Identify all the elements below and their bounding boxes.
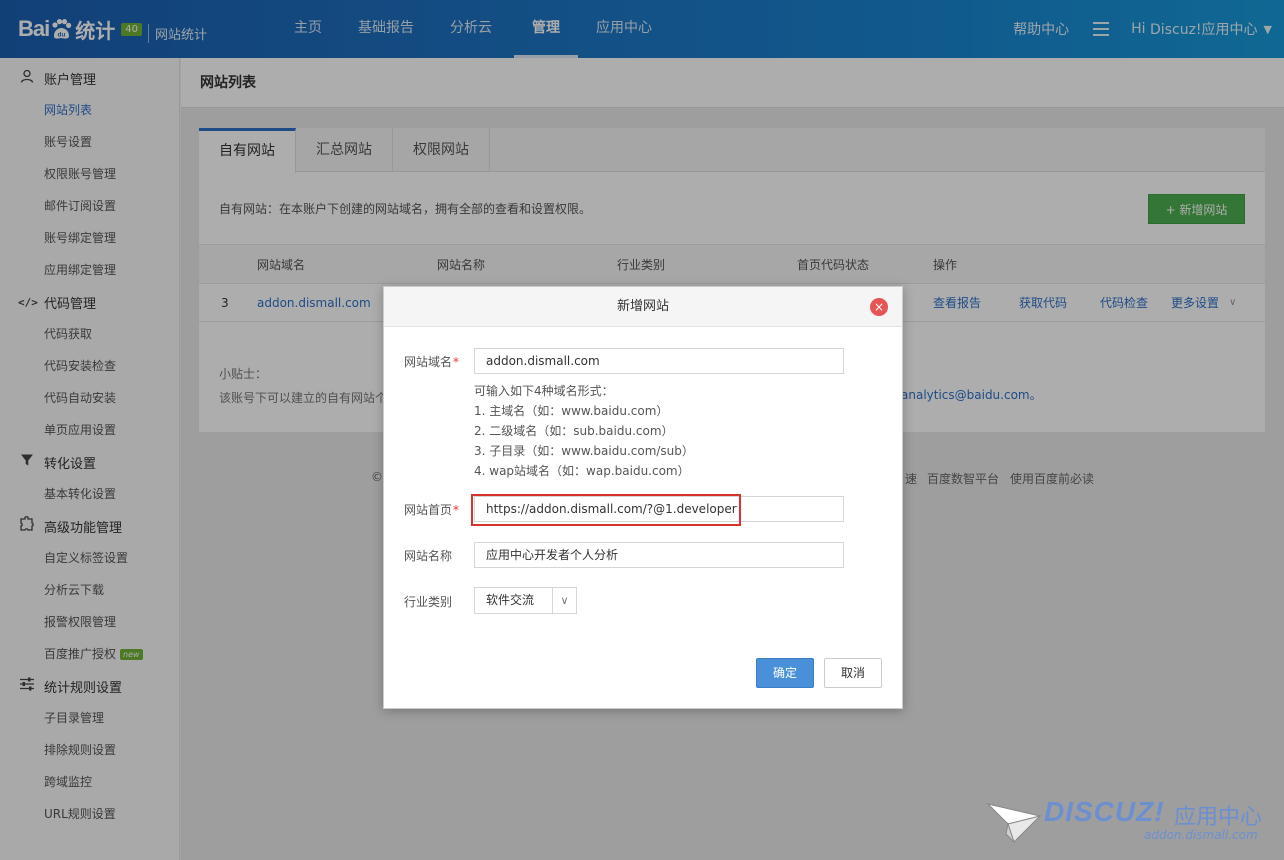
discuz-watermark: DISCUZ! 应用中心 addon.dismall.com (986, 796, 1276, 856)
add-site-dialog: 新增网站 × 网站域名* addon.dismall.com 可输入如下4种域名… (383, 286, 903, 709)
cancel-button[interactable]: 取消 (824, 658, 882, 688)
category-label: 行业类别 (404, 595, 453, 609)
hint-line: 3. 子目录（如：www.baidu.com/sub） (474, 444, 694, 458)
hint-line: 可输入如下4种域名形式： (474, 384, 614, 398)
dialog-header: 新增网站 × (384, 287, 902, 327)
hint-line: 4. wap站域名（如：wap.baidu.com） (474, 464, 690, 478)
site-name-input[interactable]: 应用中心开发者个人分析 (474, 542, 844, 568)
close-icon[interactable]: × (870, 298, 888, 316)
domain-input[interactable]: addon.dismall.com (474, 348, 844, 374)
confirm-button[interactable]: 确定 (756, 658, 814, 688)
hint-line: 1. 主域名（如：www.baidu.com） (474, 404, 669, 418)
category-select[interactable]: 软件交流 ∨ (474, 587, 577, 614)
paper-plane-icon (986, 803, 1042, 843)
category-selected-value: 软件交流 (486, 593, 535, 607)
homepage-label: 网站首页* (404, 503, 460, 517)
watermark-brand-cn: 应用中心 (1174, 805, 1263, 830)
highlight-box (471, 494, 741, 526)
hint-line: 2. 二级域名（如：sub.baidu.com） (474, 424, 674, 438)
domain-label: 网站域名* (404, 355, 460, 369)
domain-format-hint: 可输入如下4种域名形式： 1. 主域名（如：www.baidu.com） 2. … (474, 381, 694, 481)
watermark-url: addon.dismall.com (1144, 828, 1258, 842)
watermark-brand: DISCUZ! (1044, 796, 1165, 827)
chevron-down-icon[interactable]: ∨ (552, 588, 576, 613)
dialog-title: 新增网站 (616, 299, 669, 314)
site-name-label: 网站名称 (404, 549, 453, 563)
